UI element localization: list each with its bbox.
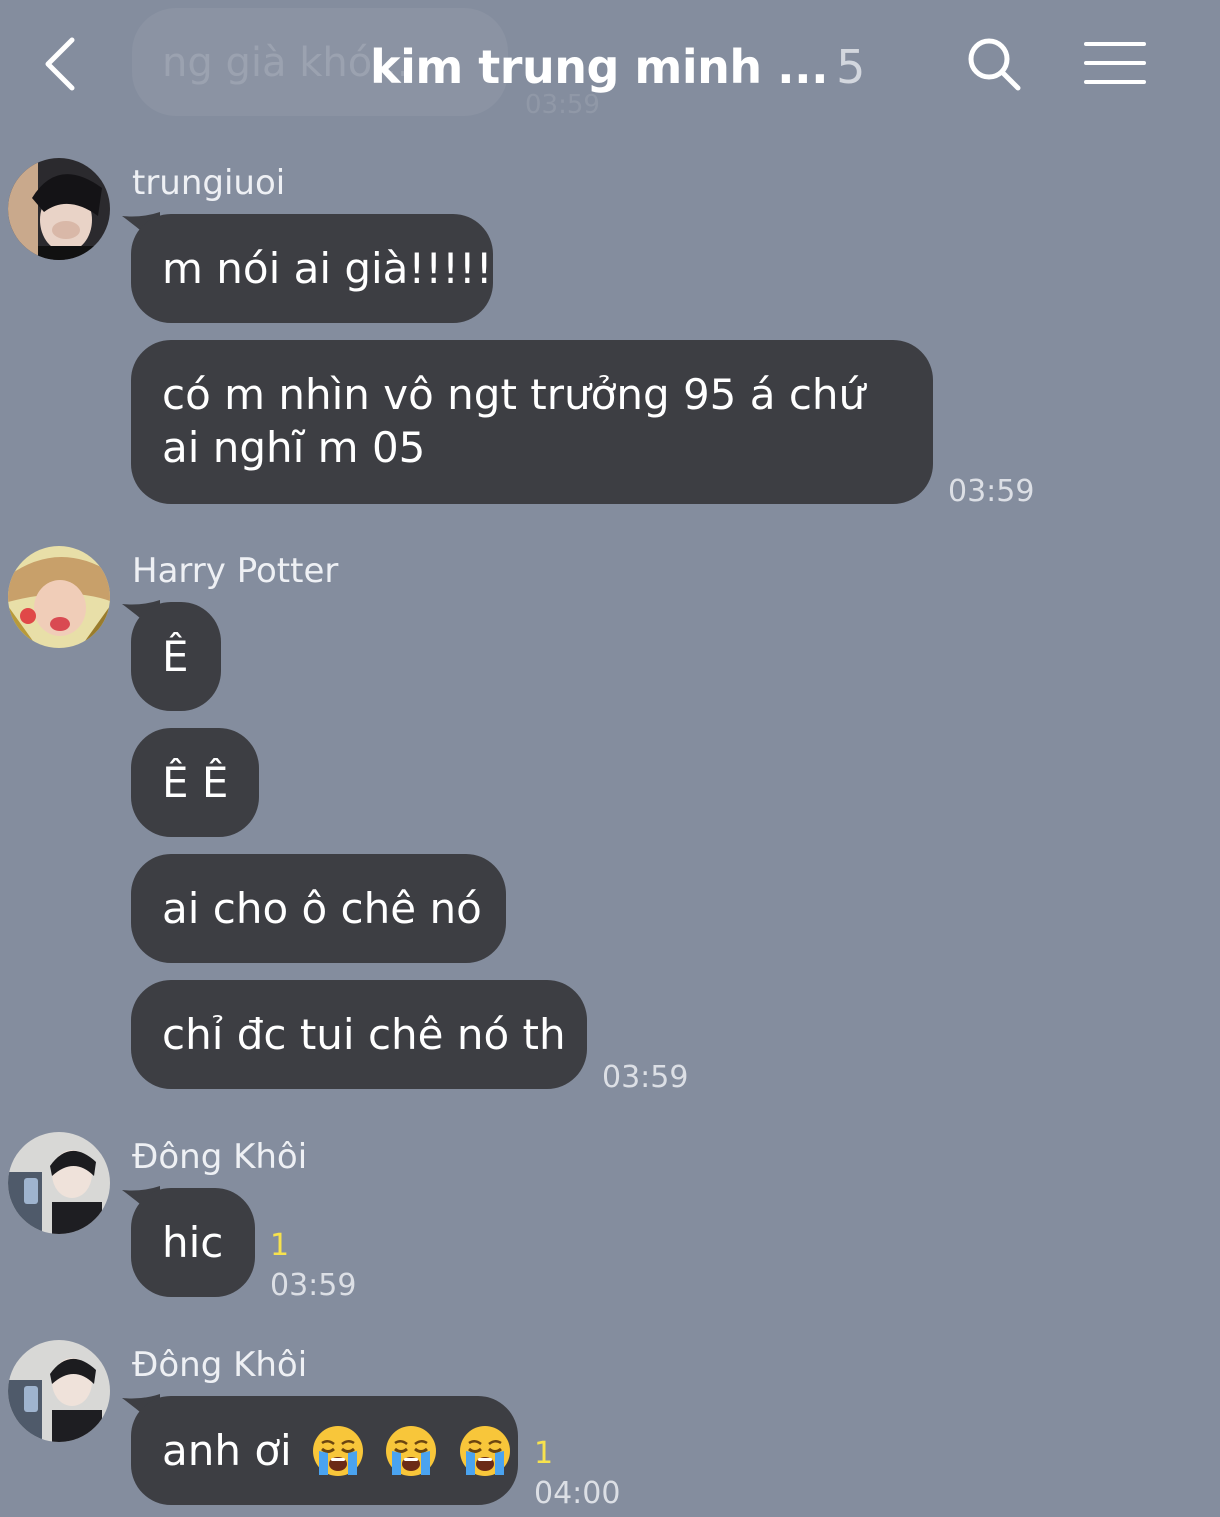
unread-count: 1 — [270, 1228, 290, 1263]
message-bubble[interactable]: có m nhìn vô ngt trưởng 95 á chứ ai nghĩ… — [131, 340, 933, 504]
member-count: 5 — [836, 40, 865, 94]
unread-count: 1 — [534, 1436, 554, 1471]
back-button[interactable] — [38, 34, 82, 94]
menu-button[interactable] — [1084, 40, 1146, 86]
message-time: 04:00 — [534, 1476, 621, 1511]
chat-title-text: kim trung minh ... — [370, 40, 829, 94]
message-bubble[interactable]: Ê Ê — [131, 728, 259, 837]
message-text: hic — [162, 1218, 224, 1267]
message-text: Ê — [162, 632, 189, 681]
avatar[interactable] — [8, 1132, 110, 1234]
loudly-crying-face-icon — [311, 1424, 365, 1477]
message-bubble[interactable]: chỉ đc tui chê nó th — [131, 980, 587, 1089]
message-time: 03:59 — [270, 1268, 357, 1303]
message-bubble[interactable]: Ê — [131, 602, 221, 711]
chat-title: kim trung minh ... 5 — [370, 40, 865, 94]
message-text: chỉ đc tui chê nó th — [162, 1010, 566, 1059]
message-text: Ê Ê — [162, 758, 229, 807]
avatar-blonde-hair-icon — [8, 546, 110, 648]
sender-name: Harry Potter — [132, 551, 339, 591]
message-bubble[interactable]: ai cho ô chê nó — [131, 854, 506, 963]
sender-name: trungiuoi — [132, 163, 286, 203]
avatar-dark-hair-icon — [8, 158, 110, 260]
background-message-time: 03:59 — [525, 90, 600, 120]
chevron-left-icon — [45, 37, 75, 91]
chat-header: ng già khó... 03:59 kim trung minh ... 5 — [0, 0, 1220, 135]
avatar-mirror-selfie-icon — [8, 1132, 110, 1234]
avatar[interactable] — [8, 546, 110, 648]
message-text: ai cho ô chê nó — [162, 884, 482, 933]
avatar[interactable] — [8, 1340, 110, 1442]
message-bubble[interactable]: m nói ai già!!!!! — [131, 214, 493, 323]
message-text: anh ơi — [162, 1426, 292, 1475]
message-text: m nói ai già!!!!! — [162, 244, 493, 293]
sender-name: Đông Khôi — [132, 1345, 308, 1385]
search-button[interactable] — [966, 36, 1022, 92]
hamburger-menu-icon — [1084, 42, 1146, 84]
message-time: 03:59 — [948, 474, 1035, 509]
avatar[interactable] — [8, 158, 110, 260]
message-bubble[interactable]: anh ơi — [131, 1396, 518, 1505]
loudly-crying-face-icon — [458, 1424, 512, 1477]
message-text: có m nhìn vô ngt trưởng 95 á chứ ai nghĩ… — [162, 370, 866, 472]
loudly-crying-face-icon — [384, 1424, 438, 1477]
message-bubble[interactable]: hic — [131, 1188, 255, 1297]
avatar-mirror-selfie-icon — [8, 1340, 110, 1442]
sender-name: Đông Khôi — [132, 1137, 308, 1177]
message-time: 03:59 — [602, 1060, 689, 1095]
search-icon — [968, 38, 1021, 91]
